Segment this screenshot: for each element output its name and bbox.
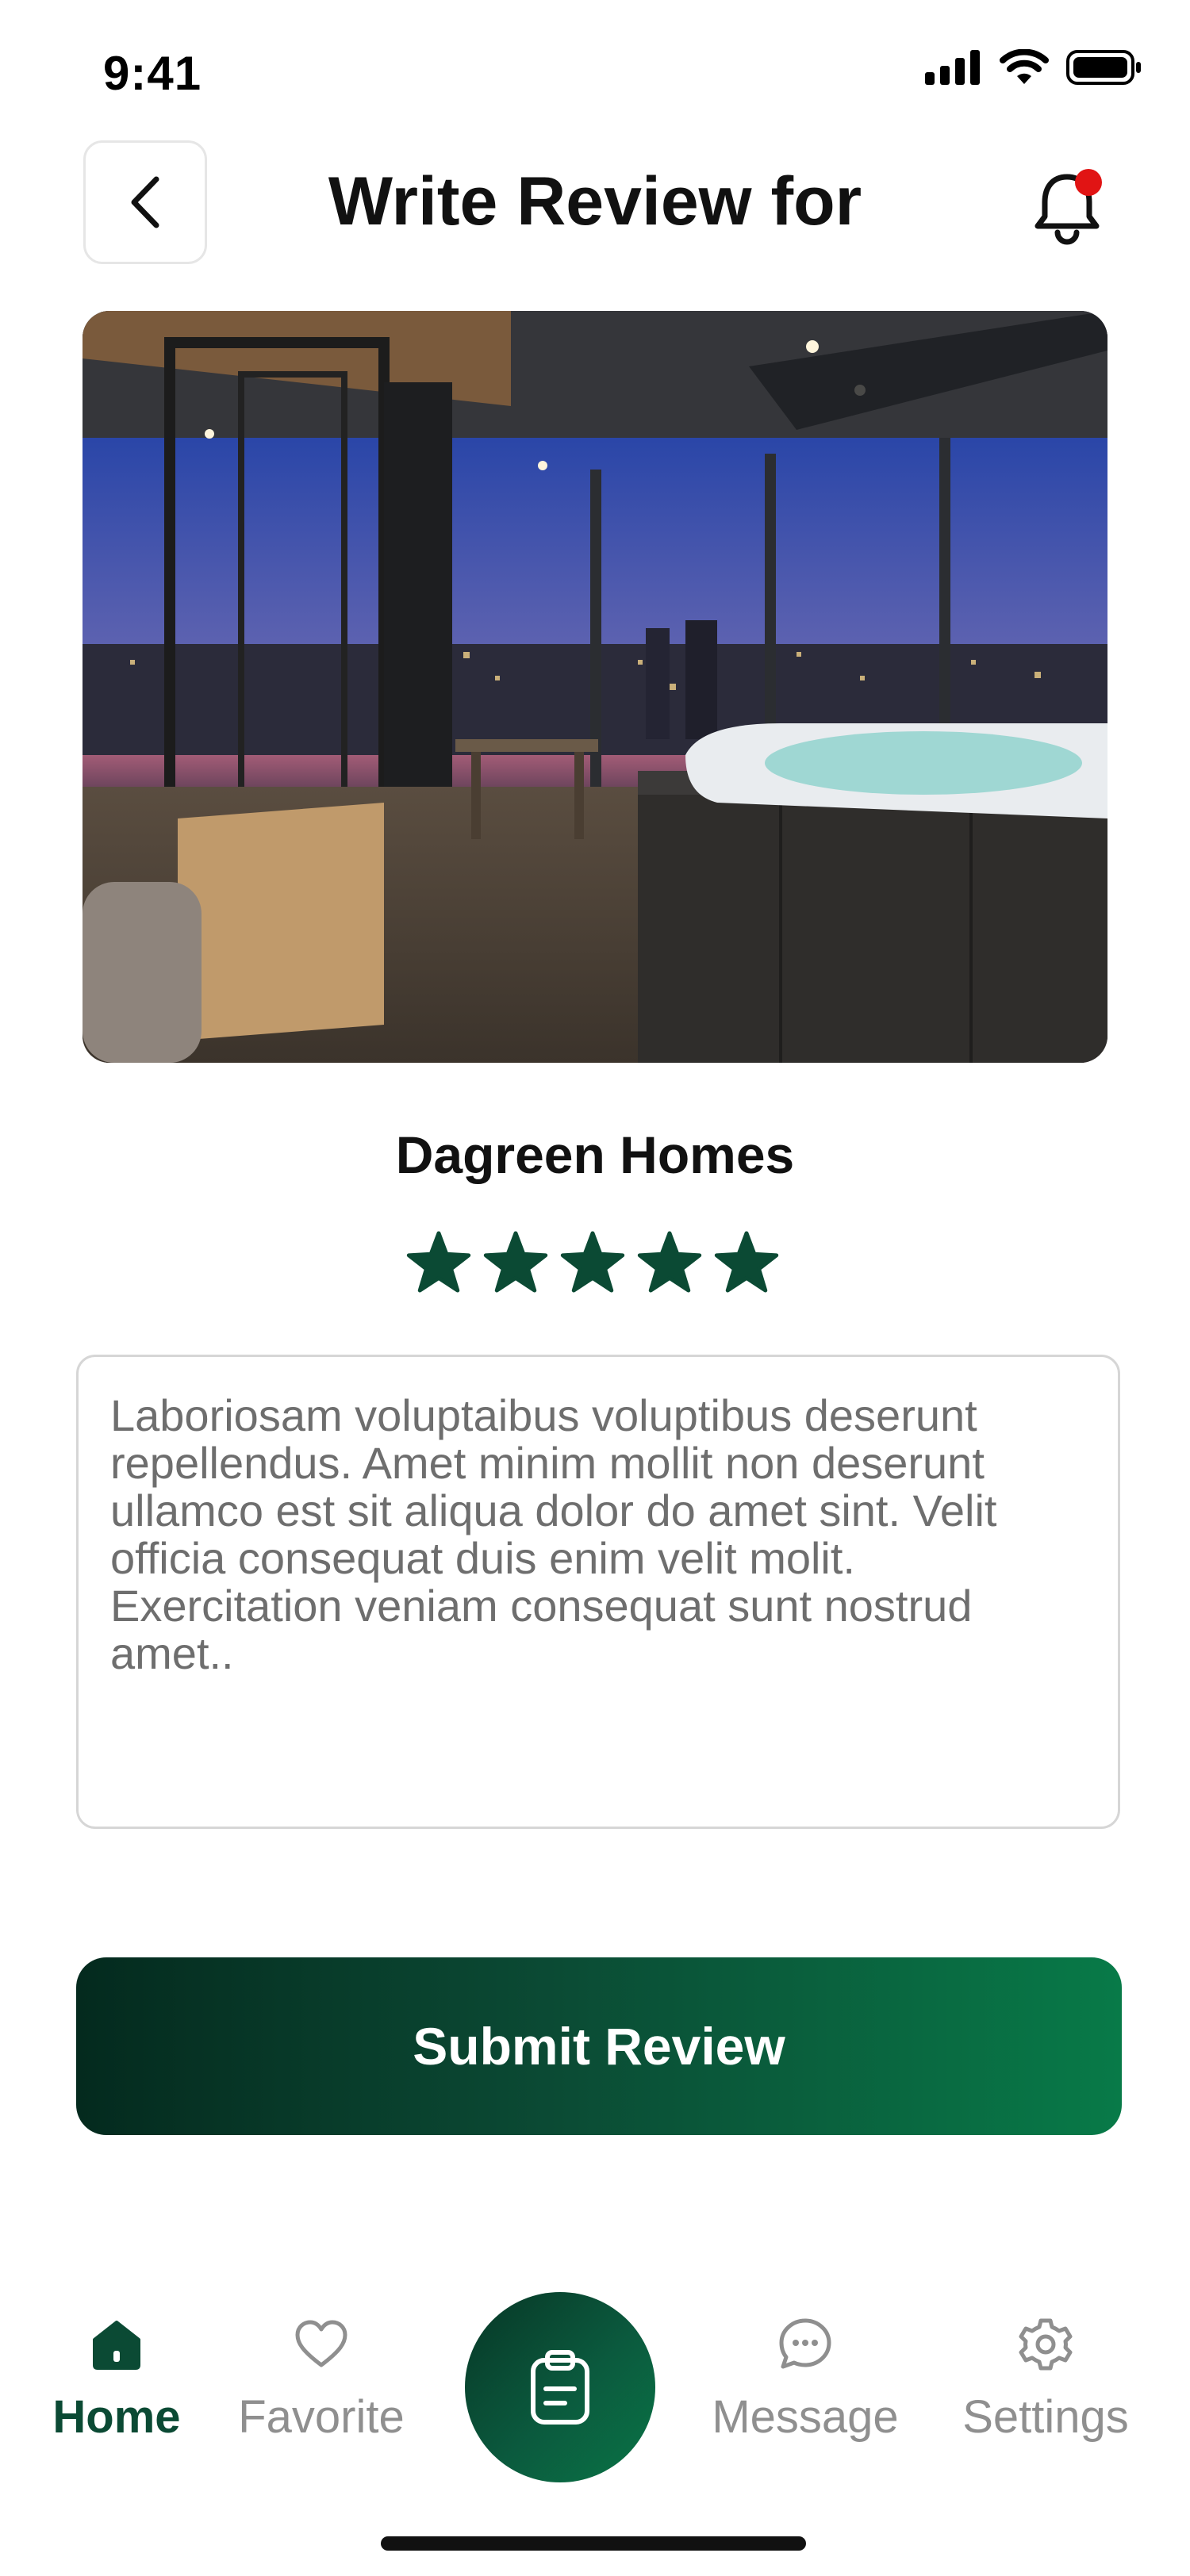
property-name: Dagreen Homes [395, 1125, 795, 1184]
nav-favorite[interactable]: Favorite [230, 2316, 413, 2444]
home-icon [93, 2321, 140, 2370]
review-textarea[interactable]: Laboriosam voluptaibus voluptibus deseru… [76, 1355, 1120, 1829]
nav-settings[interactable]: Settings [950, 2316, 1141, 2444]
star-icon[interactable] [637, 1229, 702, 1294]
nav-settings-label: Settings [962, 2391, 1129, 2443]
signal-icon [925, 50, 980, 85]
notification-button[interactable] [1023, 163, 1111, 250]
status-time: 9:41 [103, 47, 202, 100]
submit-review-button[interactable]: Submit Review [76, 1957, 1122, 2135]
star-icon[interactable] [483, 1229, 548, 1294]
home-indicator [381, 2536, 806, 2551]
nav-message[interactable]: Message [702, 2316, 908, 2444]
battery-icon [1066, 50, 1141, 85]
nav-message-label: Message [712, 2391, 899, 2443]
status-icons [925, 49, 1142, 86]
nav-home[interactable]: Home [49, 2316, 184, 2444]
chat-icon [779, 2318, 831, 2369]
nav-center-button[interactable] [465, 2292, 655, 2482]
page-title: Write Review for [328, 163, 862, 240]
star-icon[interactable] [714, 1229, 779, 1294]
clipboard-icon [531, 2350, 589, 2425]
wifi-icon [1000, 49, 1049, 84]
gear-icon [1019, 2318, 1073, 2371]
property-photo [83, 311, 1107, 1063]
star-icon[interactable] [406, 1229, 471, 1294]
bell-icon [1035, 169, 1102, 245]
rating-stars[interactable] [406, 1229, 779, 1294]
star-icon[interactable] [560, 1229, 625, 1294]
heart-icon [295, 2320, 347, 2367]
nav-favorite-label: Favorite [238, 2391, 405, 2443]
nav-home-label: Home [52, 2391, 181, 2443]
